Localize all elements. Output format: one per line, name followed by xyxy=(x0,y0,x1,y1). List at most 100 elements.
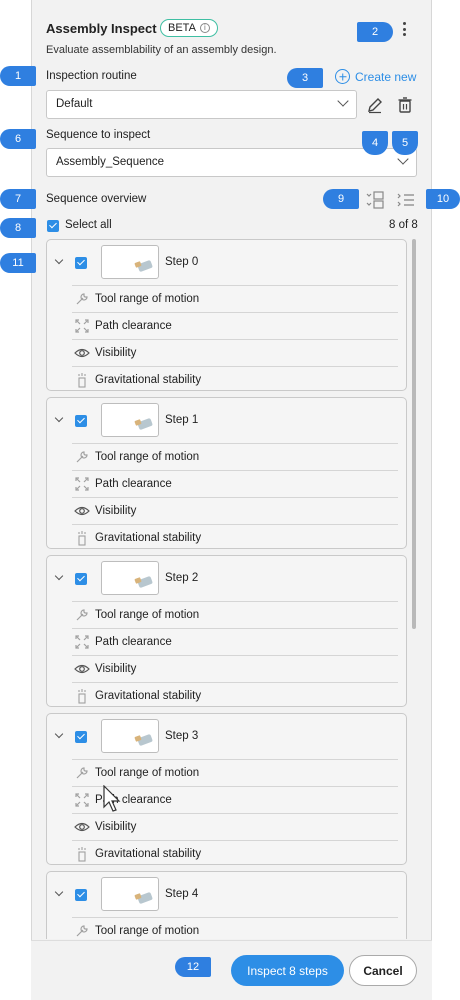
step-name: Step 3 xyxy=(165,730,199,742)
step-name: Step 1 xyxy=(165,414,199,426)
chevron-down-icon[interactable] xyxy=(54,413,64,423)
path-clearance-icon xyxy=(74,476,90,492)
check-label: Gravitational stability xyxy=(95,690,202,702)
edit-icon[interactable] xyxy=(366,96,384,114)
inspection-check-row[interactable]: Visibility xyxy=(72,339,398,366)
selection-count: 8 of 8 xyxy=(389,219,418,231)
step-card[interactable]: Step 2 Tool range of motion Path clearance… xyxy=(46,555,407,707)
inspection-check-row[interactable]: Visibility xyxy=(72,813,398,840)
more-options-icon[interactable] xyxy=(398,20,410,38)
check-label: Path clearance xyxy=(95,636,172,648)
callout-marker: 2 xyxy=(357,22,393,42)
info-icon[interactable]: i xyxy=(199,23,210,33)
beta-badge[interactable]: BETA i xyxy=(160,19,218,37)
create-new-label: Create new xyxy=(355,69,417,84)
inspection-routine-label: Inspection routine xyxy=(46,70,137,82)
collapse-all-icon[interactable] xyxy=(365,191,385,209)
check-label: Gravitational stability xyxy=(95,532,202,544)
step-card[interactable]: Step 0 Tool range of motion Path clearance… xyxy=(46,239,407,391)
step-checkbox[interactable] xyxy=(75,889,87,901)
check-label: Gravitational stability xyxy=(95,848,202,860)
expand-all-icon[interactable] xyxy=(396,191,416,209)
step-checkbox[interactable] xyxy=(75,257,87,269)
callout-marker: 9 xyxy=(323,189,359,209)
gravity-icon xyxy=(74,530,90,546)
step-checkbox[interactable] xyxy=(75,573,87,585)
panel-subtitle: Evaluate assemblability of an assembly d… xyxy=(46,44,277,56)
step-thumbnail xyxy=(101,719,159,753)
mouse-cursor-icon xyxy=(103,785,121,812)
sequence-label: Sequence to inspect xyxy=(46,129,151,141)
step-card[interactable]: Step 1 Tool range of motion Path clearance… xyxy=(46,397,407,549)
eye-icon xyxy=(74,503,90,519)
sequence-overview-label: Sequence overview xyxy=(46,193,147,205)
step-thumbnail xyxy=(101,403,159,437)
callout-marker: 5 xyxy=(392,131,418,155)
eye-icon xyxy=(74,819,90,835)
callout-marker: 4 xyxy=(362,131,388,155)
step-checkbox[interactable] xyxy=(75,415,87,427)
path-clearance-icon xyxy=(74,318,90,334)
inspect-button[interactable]: Inspect 8 steps xyxy=(231,955,344,986)
inspection-check-row[interactable]: Path clearance xyxy=(72,628,398,655)
inspection-check-row[interactable]: Path clearance xyxy=(72,312,398,339)
step-checkbox[interactable] xyxy=(75,731,87,743)
add-circle-icon xyxy=(335,69,350,84)
inspection-check-row[interactable]: Tool range of motion xyxy=(72,443,398,470)
callout-marker: 7 xyxy=(0,189,36,209)
inspection-check-row[interactable]: Visibility xyxy=(72,655,398,682)
check-label: Visibility xyxy=(95,347,137,359)
path-clearance-icon xyxy=(74,792,90,808)
select-all-label: Select all xyxy=(65,219,112,231)
inspection-check-row[interactable]: Gravitational stability xyxy=(72,366,398,393)
callout-marker: 1 xyxy=(0,66,36,86)
step-thumbnail xyxy=(101,561,159,595)
sequence-select[interactable]: Assembly_Sequence xyxy=(46,148,417,177)
step-card[interactable]: Step 4 Tool range of motion xyxy=(46,871,407,939)
beta-badge-label: BETA xyxy=(168,21,196,34)
callout-marker: 10 xyxy=(426,189,460,209)
check-label: Path clearance xyxy=(95,320,172,332)
scrollbar[interactable] xyxy=(412,239,416,629)
cancel-button[interactable]: Cancel xyxy=(349,955,417,986)
wrench-icon xyxy=(74,923,90,939)
inspection-check-row[interactable]: Path clearance xyxy=(72,470,398,497)
step-name: Step 2 xyxy=(165,572,199,584)
check-label: Tool range of motion xyxy=(95,451,200,463)
step-name: Step 0 xyxy=(165,256,199,268)
wrench-icon xyxy=(74,291,90,307)
check-label: Path clearance xyxy=(95,478,172,490)
check-label: Visibility xyxy=(95,821,137,833)
check-label: Tool range of motion xyxy=(95,767,200,779)
gravity-icon xyxy=(74,846,90,862)
inspection-routine-select[interactable]: Default xyxy=(46,90,357,119)
steps-list[interactable]: Step 0 Tool range of motion Path clearance… xyxy=(46,239,408,939)
wrench-icon xyxy=(74,607,90,623)
inspection-check-row[interactable]: Tool range of motion xyxy=(72,285,398,312)
inspection-check-row[interactable]: Tool range of motion xyxy=(72,601,398,628)
chevron-down-icon[interactable] xyxy=(54,729,64,739)
inspection-check-row[interactable]: Tool range of motion xyxy=(72,917,398,939)
inspection-check-row[interactable]: Gravitational stability xyxy=(72,840,398,867)
inspection-check-row[interactable]: Tool range of motion xyxy=(72,759,398,786)
chevron-down-icon xyxy=(397,153,409,165)
chevron-down-icon[interactable] xyxy=(54,887,64,897)
select-all-checkbox[interactable] xyxy=(47,220,59,232)
inspection-check-row[interactable]: Gravitational stability xyxy=(72,524,398,551)
sequence-value: Assembly_Sequence xyxy=(56,156,165,168)
path-clearance-icon xyxy=(74,634,90,650)
chevron-down-icon xyxy=(337,95,349,107)
check-label: Tool range of motion xyxy=(95,925,200,937)
eye-icon xyxy=(74,661,90,677)
inspection-check-row[interactable]: Visibility xyxy=(72,497,398,524)
inspection-check-row[interactable]: Gravitational stability xyxy=(72,682,398,709)
create-new-button[interactable]: Create new xyxy=(335,69,416,84)
step-card[interactable]: Step 3 Tool range of motion Path clearance… xyxy=(46,713,407,865)
chevron-down-icon[interactable] xyxy=(54,255,64,265)
delete-icon[interactable] xyxy=(396,96,414,114)
callout-marker: 3 xyxy=(287,68,323,88)
wrench-icon xyxy=(74,449,90,465)
callout-marker: 11 xyxy=(0,253,36,273)
gravity-icon xyxy=(74,688,90,704)
chevron-down-icon[interactable] xyxy=(54,571,64,581)
